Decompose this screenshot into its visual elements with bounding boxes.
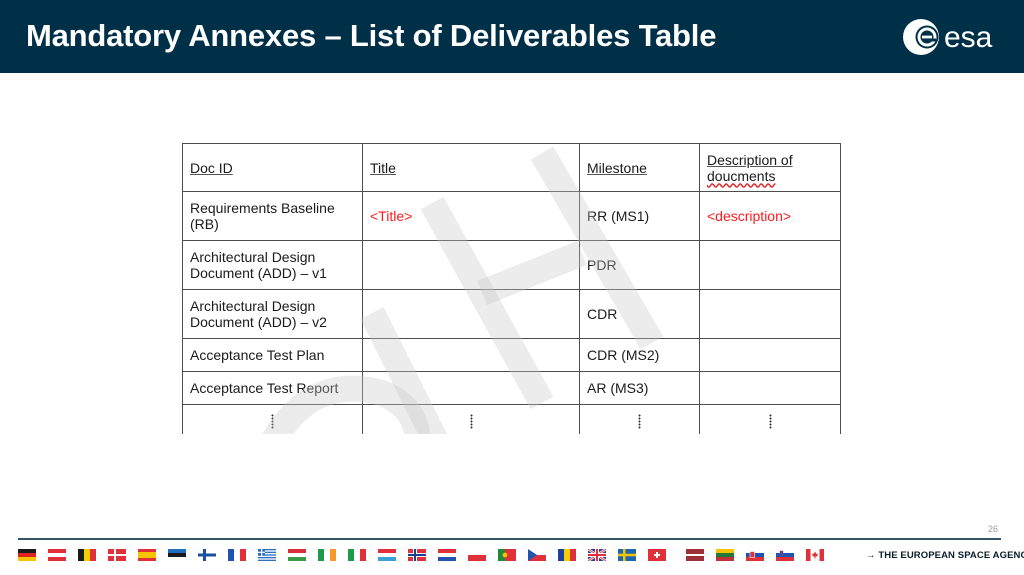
continuation-cell [362,404,580,434]
flag-latvia-icon [686,549,704,561]
flag-france-icon [228,549,246,561]
cell-title [362,371,580,405]
table-row: Architectural Design Document (ADD) – v2 … [182,289,841,339]
cell-title [362,338,580,372]
cell-doc-id: Architectural Design Document (ADD) – v2 [182,289,363,339]
vertical-ellipsis-icon [271,414,274,430]
table-header-row: Doc ID Title Milestone Description of do… [182,143,841,192]
cell-description [699,338,841,372]
agency-tagline: → THE EUROPEAN SPACE AGENCY [866,550,1024,561]
page-title: Mandatory Annexes – List of Deliverables… [26,18,717,53]
cell-description: <description> [699,191,841,241]
flag-ireland-icon [318,549,336,561]
cell-doc-id: Architectural Design Document (ADD) – v1 [182,240,363,290]
continuation-cell [699,404,841,434]
cell-milestone: RR (MS1) [579,191,700,241]
flag-portugal-icon [498,549,516,561]
deliverables-table: Doc ID Title Milestone Description of do… [182,143,841,434]
flag-netherlands-icon [438,549,456,561]
flag-germany-icon [18,549,36,561]
flag-lithuania-icon [716,549,734,561]
header-cell-doc-id: Doc ID [182,143,363,192]
vertical-ellipsis-icon [469,414,473,430]
flag-denmark-icon [108,549,126,561]
flag-switzerland-icon [648,549,666,561]
continuation-cell [579,404,700,434]
flag-canada-icon [806,549,824,561]
flag-hungary-icon [288,549,306,561]
esa-logo: esa [902,17,1007,57]
continuation-cell [182,404,363,434]
cell-milestone: PDR [579,240,700,290]
flag-greece-icon [258,549,276,561]
member-state-flags [0,549,840,565]
cell-title [362,289,580,339]
cell-title: <Title> [362,191,580,241]
flag-norway-icon [408,549,426,561]
flag-belgium-icon [78,549,96,561]
cell-description [699,289,841,339]
flag-estonia-icon [168,549,186,561]
cell-doc-id: Acceptance Test Plan [182,338,363,372]
cell-milestone: CDR (MS2) [579,338,700,372]
deliverables-table-image: Doc ID Title Milestone Description of do… [182,143,841,434]
cell-doc-id: Requirements Baseline (RB) [182,191,363,241]
flag-austria-icon [48,549,66,561]
cell-description [699,371,841,405]
flag-spain-icon [138,549,156,561]
table-row: Requirements Baseline (RB) <Title> RR (MS… [182,191,841,241]
flag-luxembourg-icon [378,549,396,561]
table-row: Acceptance Test Report AR (MS3) [182,371,841,405]
page-number: 26 [988,524,999,534]
flag-romania-icon [558,549,576,561]
flag-italy-icon [348,549,366,561]
flag-czech-republic-icon [528,549,546,561]
cell-doc-id: Acceptance Test Report [182,371,363,405]
header-cell-milestone: Milestone [579,143,700,192]
cell-milestone: AR (MS3) [579,371,700,405]
table-row: Architectural Design Document (ADD) – v1 … [182,240,841,290]
flag-slovenia-icon [776,549,794,561]
esa-logo-text: esa [944,21,993,54]
vertical-ellipsis-icon [768,414,772,430]
header-cell-description: Description of doucments [699,143,841,192]
cell-title [362,240,580,290]
cell-description [699,240,841,290]
flag-united-kingdom-icon [588,549,606,561]
esa-logo-icon: esa [903,19,993,55]
slide-header: Mandatory Annexes – List of Deliverables… [0,0,1024,73]
header-cell-title: Title [362,143,580,192]
flag-sweden-icon [618,549,636,561]
table-row: Acceptance Test Plan CDR (MS2) [182,338,841,372]
vertical-ellipsis-icon [638,414,641,430]
flag-poland-icon [468,549,486,561]
cell-milestone: CDR [579,289,700,339]
flag-slovakia-icon [746,549,764,561]
table-continuation-row [182,404,841,434]
footer-divider [18,538,1001,540]
flag-finland-icon [198,549,216,561]
